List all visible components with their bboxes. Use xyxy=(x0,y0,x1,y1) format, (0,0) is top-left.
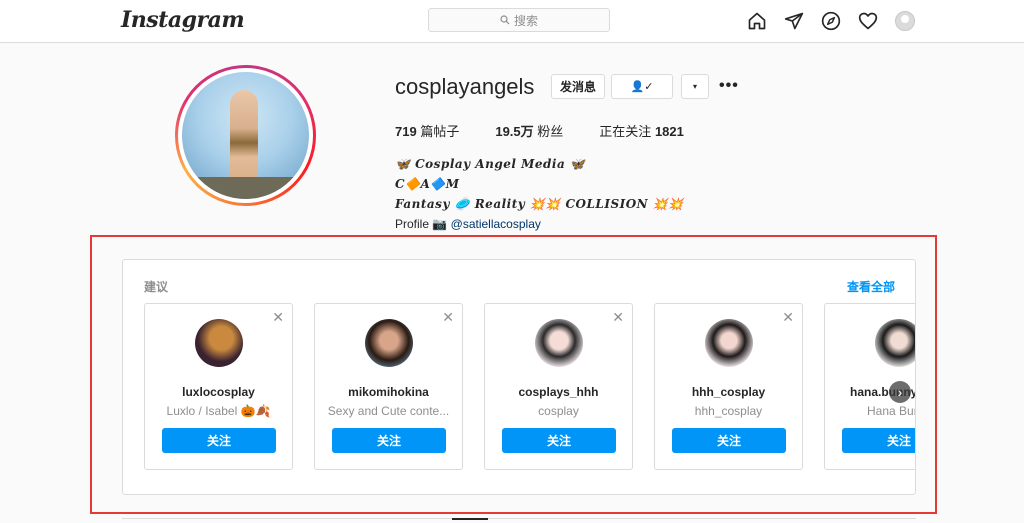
profile-photo xyxy=(182,72,309,199)
suggestion-card: ✕ cosplays_hhh cosplay 关注 xyxy=(484,303,633,470)
search-input[interactable]: 搜索 xyxy=(428,8,610,32)
avatar[interactable] xyxy=(365,319,413,367)
instagram-logo[interactable]: Instagram xyxy=(121,7,245,33)
followers-count[interactable]: 19.5万 粉丝 xyxy=(495,121,563,140)
avatar xyxy=(895,11,915,31)
follow-button[interactable]: 关注 xyxy=(332,428,446,453)
avatar[interactable] xyxy=(875,319,915,367)
follow-button[interactable]: 关注 xyxy=(672,428,786,453)
tab-divider xyxy=(122,518,916,523)
more-options-icon[interactable]: ••• xyxy=(719,77,739,95)
following-button[interactable]: 👤✓ xyxy=(611,74,673,99)
next-arrow-icon[interactable]: › xyxy=(889,381,911,403)
heart-icon[interactable] xyxy=(857,10,879,32)
close-icon[interactable]: ✕ xyxy=(272,309,284,326)
suggestion-card: ✕ hhh_cosplay hhh_cosplay 关注 xyxy=(654,303,803,470)
posts-count: 719 篇帖子 xyxy=(395,124,460,139)
avatar[interactable] xyxy=(705,319,753,367)
suggestion-subtitle: Luxlo / Isabel 🎃🍂 xyxy=(166,404,271,418)
suggestion-subtitle: Sexy and Cute conte... xyxy=(327,404,450,418)
following-count[interactable]: 正在关注 1821 xyxy=(599,121,684,140)
close-icon[interactable]: ✕ xyxy=(782,309,794,326)
avatar[interactable] xyxy=(535,319,583,367)
see-all-link[interactable]: 查看全部 xyxy=(847,278,895,295)
bio-mention-link[interactable]: @satiellacosplay xyxy=(451,217,541,231)
suggestion-subtitle: Hana Bun xyxy=(867,404,916,418)
profile-picture[interactable] xyxy=(175,65,316,206)
profile-stats: 719 篇帖子 19.5万 粉丝 正在关注 1821 xyxy=(395,121,684,140)
bio-line: Fantasy 🥏 Reality 💥💥 COLLISION 💥💥 xyxy=(395,197,684,211)
suggestion-subtitle: hhh_cosplay xyxy=(694,404,763,418)
suggestion-subtitle: cosplay xyxy=(538,404,579,418)
suggestion-card: ✕ luxlocosplay Luxlo / Isabel 🎃🍂 关注 xyxy=(144,303,293,470)
explore-icon[interactable] xyxy=(820,10,842,32)
home-icon[interactable] xyxy=(746,10,768,32)
follow-button[interactable]: 关注 xyxy=(502,428,616,453)
suggestion-card: ✕ mikomihokina Sexy and Cute conte... 关注 xyxy=(314,303,463,470)
suggestion-username[interactable]: luxlocosplay xyxy=(145,385,292,399)
bio-line: Profile 📷 @satiellacosplay xyxy=(395,217,541,231)
top-navigation: Instagram 搜索 xyxy=(0,0,1024,43)
bio-line: 🦋 𝑪𝒐𝒔𝒑𝒍𝒂𝒚 𝑨𝒏𝒈𝒆𝒍 𝑴𝒆𝒅𝒊𝒂 🦋 xyxy=(395,157,586,171)
profile-avatar[interactable] xyxy=(894,10,916,32)
close-icon[interactable]: ✕ xyxy=(612,309,624,326)
suggestions-panel: 建议 查看全部 ✕ luxlocosplay Luxlo / Isabel 🎃🍂… xyxy=(122,259,916,495)
profile-username: cosplayangels xyxy=(395,74,535,99)
suggestion-username[interactable]: mikomihokina xyxy=(315,385,462,399)
profile-bio: 🦋 𝑪𝒐𝒔𝒑𝒍𝒂𝒚 𝑨𝒏𝒈𝒆𝒍 𝑴𝒆𝒅𝒊𝒂 🦋 C🔶A🔷M Fantasy 🥏 … xyxy=(395,154,684,234)
bio-line: C🔶A🔷M xyxy=(395,177,460,191)
suggestions-dropdown-button[interactable]: ▾ xyxy=(681,74,709,99)
search-placeholder: 搜索 xyxy=(513,13,538,28)
search-icon xyxy=(500,15,510,25)
direct-icon[interactable] xyxy=(783,10,805,32)
follow-button[interactable]: 关注 xyxy=(842,428,915,453)
follow-button[interactable]: 关注 xyxy=(162,428,276,453)
suggestions-title: 建议 xyxy=(144,280,169,294)
active-tab-indicator xyxy=(452,518,488,520)
suggestion-username[interactable]: cosplays_hhh xyxy=(485,385,632,399)
suggestion-username[interactable]: hhh_cosplay xyxy=(655,385,802,399)
nav-icons xyxy=(746,9,916,33)
avatar[interactable] xyxy=(195,319,243,367)
close-icon[interactable]: ✕ xyxy=(442,309,454,326)
message-button[interactable]: 发消息 xyxy=(551,74,605,99)
